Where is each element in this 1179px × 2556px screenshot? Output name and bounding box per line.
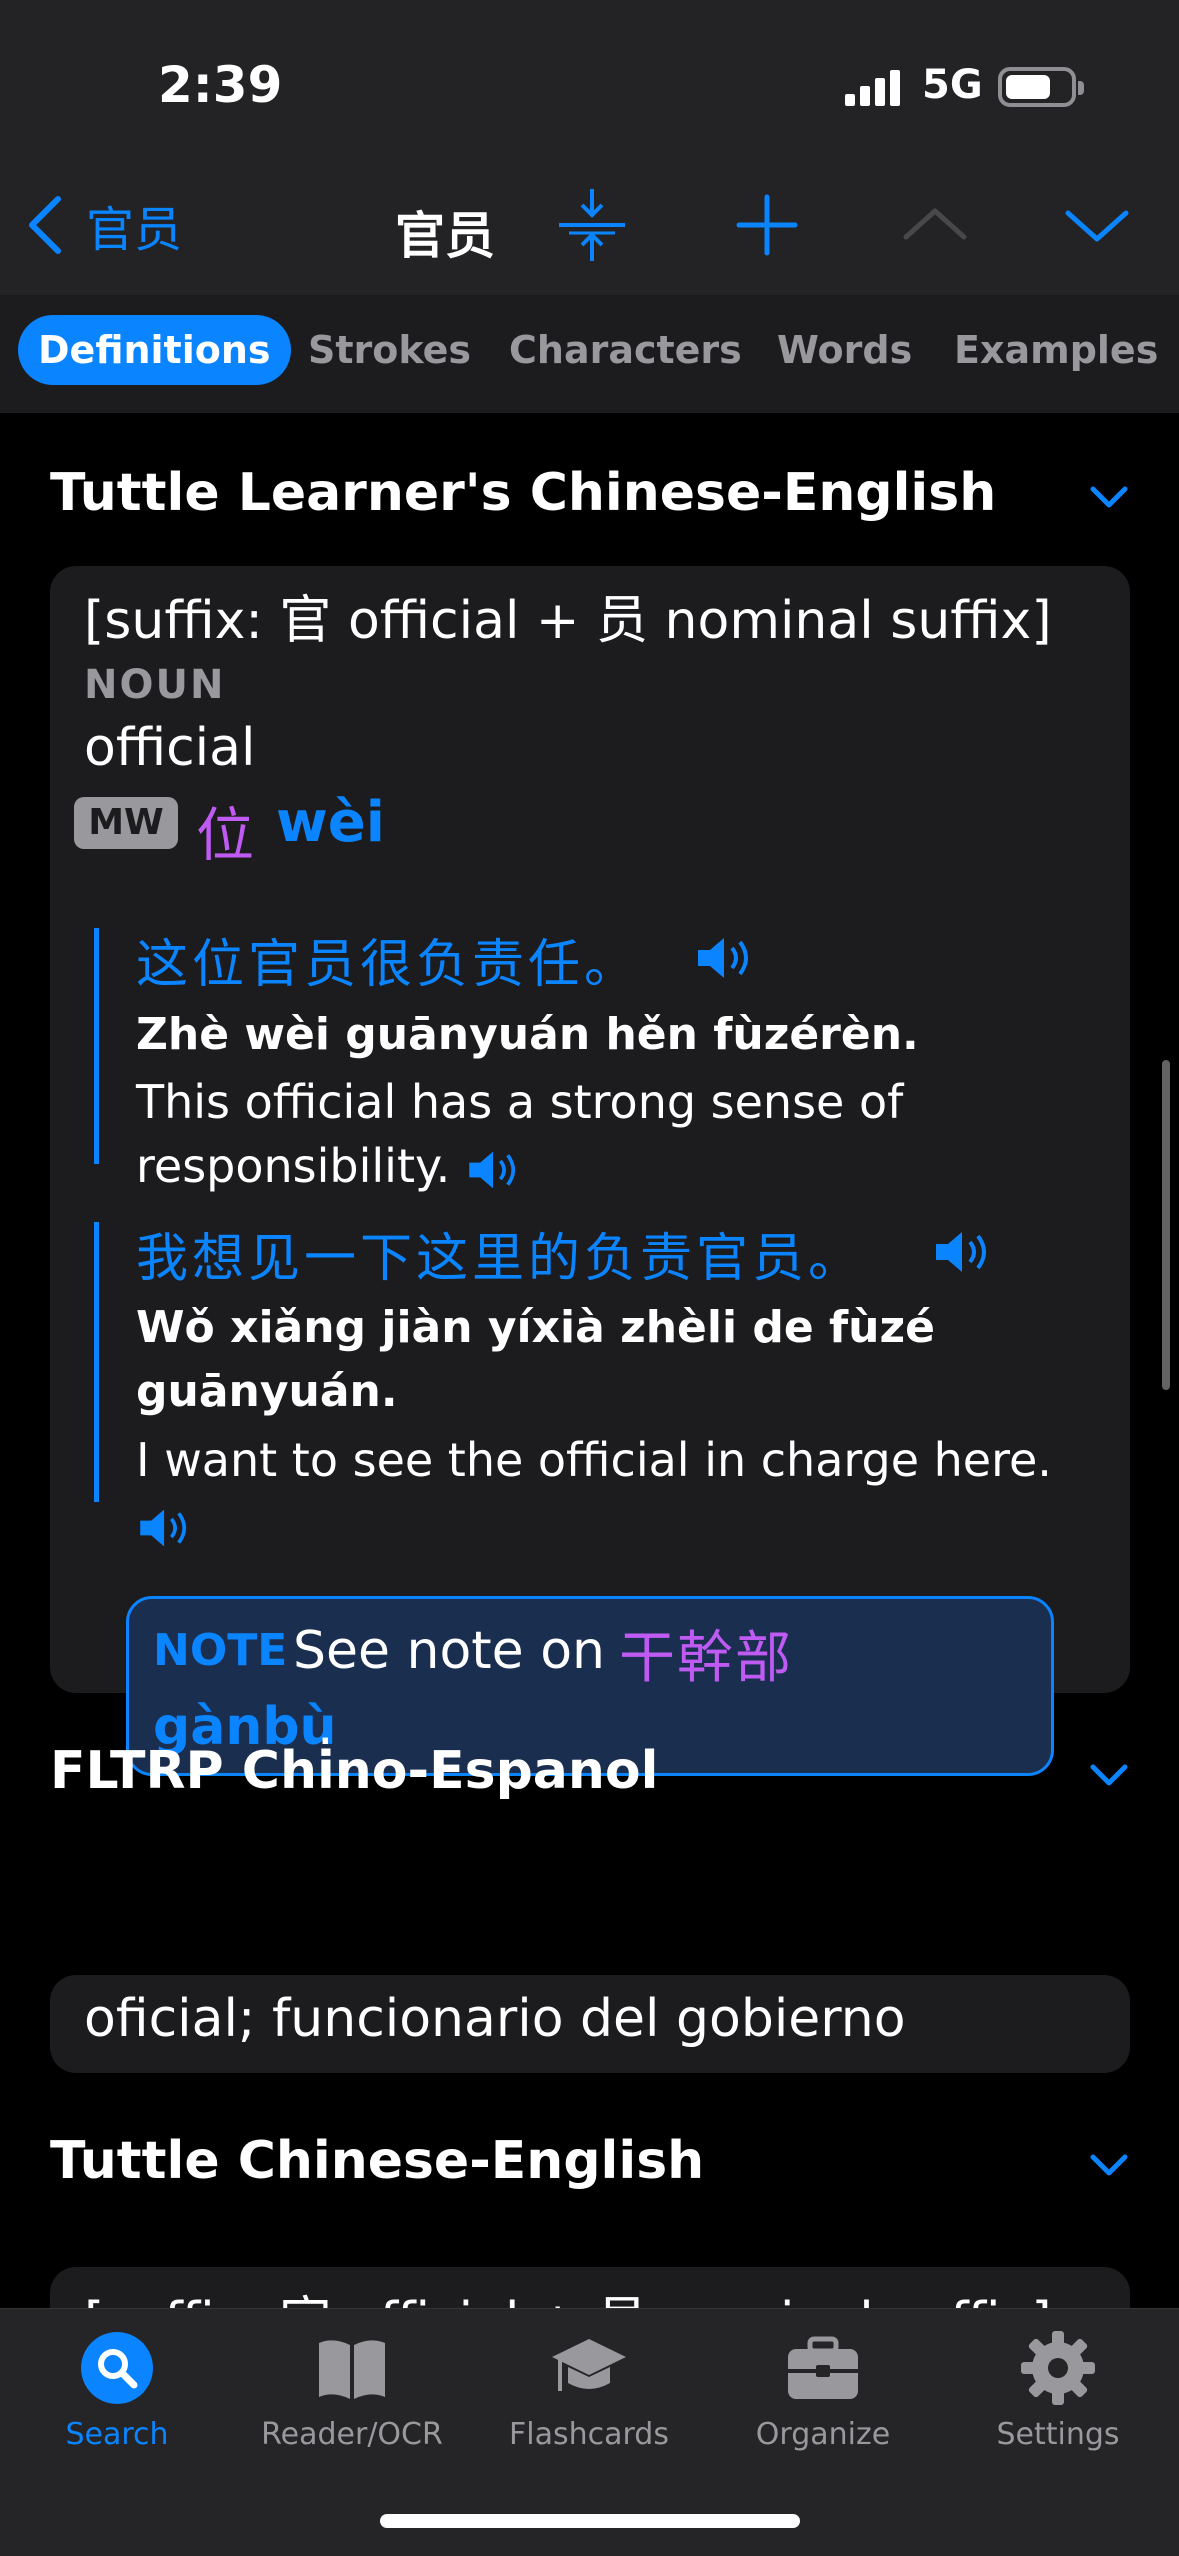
tab-characters[interactable]: Characters [509, 315, 742, 385]
chevron-down-icon[interactable] [1089, 1761, 1129, 1789]
example-translation: This official has a strong sense of resp… [136, 1075, 904, 1193]
speaker-icon[interactable] [932, 1228, 994, 1276]
tabbar-reader[interactable]: Reader/OCR [252, 2329, 452, 2452]
example-hanzi[interactable]: 这位官员很负责任。 [136, 922, 640, 997]
tabbar-label: Search [65, 2417, 169, 2452]
toolbox-icon [788, 2336, 858, 2399]
gear-icon [1021, 2331, 1095, 2405]
back-label: 官员 [86, 202, 183, 258]
battery-icon [998, 67, 1084, 107]
speaker-icon[interactable] [694, 934, 756, 982]
example-pinyin: Wǒ xiǎng jiàn yíxià zhèli de fùzé guānyu… [136, 1302, 935, 1417]
definition-card: oficial; funcionario del gobierno [50, 1975, 1130, 2073]
search-icon [81, 2332, 153, 2404]
tab-strokes[interactable]: Strokes [308, 315, 471, 385]
back-button[interactable]: 官员 [26, 190, 182, 260]
chevron-left-icon [29, 196, 61, 254]
section-title: Tuttle Learner's Chinese-English [50, 463, 997, 523]
note-text: See note on [293, 1621, 605, 1681]
measure-word-badge: MW [74, 797, 178, 849]
definition-text: official [84, 718, 256, 778]
plus-icon[interactable] [730, 185, 804, 265]
definition-card: [suffix: 官 official + 员 nominal suffix] [50, 2267, 1130, 2308]
tabbar-label: Organize [755, 2417, 891, 2452]
top-bar: 2:39 5G 官员 官员 [0, 0, 1179, 295]
etymology: [suffix: 官 official + 员 nominal suffix] [84, 2279, 1052, 2308]
home-indicator[interactable] [380, 2514, 800, 2528]
section-title: Tuttle Chinese-English [50, 2131, 705, 2191]
example-hanzi[interactable]: 我想见一下这里的负责官员。 [136, 1216, 864, 1291]
network-label: 5G [922, 62, 983, 108]
page-title: 官员 [395, 207, 495, 265]
chevron-up-icon[interactable] [898, 185, 972, 265]
graduation-cap-icon [552, 2339, 626, 2391]
tabbar-label: Settings [996, 2417, 1120, 2452]
chevron-down-icon[interactable] [1060, 185, 1134, 265]
chevron-down-icon[interactable] [1089, 2151, 1129, 2179]
tabbar-flashcards[interactable]: Flashcards [489, 2329, 689, 2452]
speaker-icon[interactable] [465, 1148, 523, 1192]
example-bar [94, 928, 99, 1164]
measure-word-hanzi[interactable]: 位 [196, 788, 254, 872]
tab-examples[interactable]: Examples [954, 315, 1158, 385]
tabbar-search[interactable]: Search [17, 2329, 217, 2452]
tab-words[interactable]: Words [777, 315, 912, 385]
definitions-content[interactable]: Tuttle Learner's Chinese-English [suffix… [0, 413, 1179, 2308]
part-of-speech: NOUN [84, 662, 226, 708]
tabbar-settings[interactable]: Settings [958, 2329, 1158, 2452]
chevron-down-icon[interactable] [1089, 483, 1129, 511]
speaker-icon[interactable] [136, 1506, 194, 1550]
definition-text: oficial; funcionario del gobierno [84, 1989, 906, 2049]
tabbar-organize[interactable]: Organize [723, 2329, 923, 2452]
compress-icon[interactable] [555, 185, 629, 265]
example-translation: I want to see the official in charge her… [136, 1428, 1066, 1556]
measure-word-pinyin: wèi [276, 790, 385, 855]
tabbar-label: Flashcards [509, 2417, 669, 2452]
section-title: FLTRP Chino-Espanol [50, 1741, 659, 1801]
signal-icon [845, 70, 901, 106]
status-time: 2:39 [158, 56, 283, 114]
book-icon [319, 2340, 385, 2399]
tab-definitions[interactable]: Definitions [18, 315, 291, 385]
scrollbar[interactable] [1162, 1060, 1170, 1390]
example-pinyin: Zhè wèi guānyuán hěn fùzérèn. [136, 1009, 919, 1060]
example-bar [94, 1222, 99, 1502]
note-link-hanzi[interactable]: 干幹部 [619, 1613, 793, 1694]
etymology: [suffix: 官 official + 员 nominal suffix] [84, 591, 1052, 651]
definition-card: [suffix: 官 official + 员 nominal suffix] … [50, 566, 1130, 1776]
note-label: NOTE [153, 1625, 288, 1676]
tabbar-label: Reader/OCR [261, 2417, 443, 2452]
segment-tabs: Definitions Strokes Characters Words Exa… [0, 295, 1179, 413]
